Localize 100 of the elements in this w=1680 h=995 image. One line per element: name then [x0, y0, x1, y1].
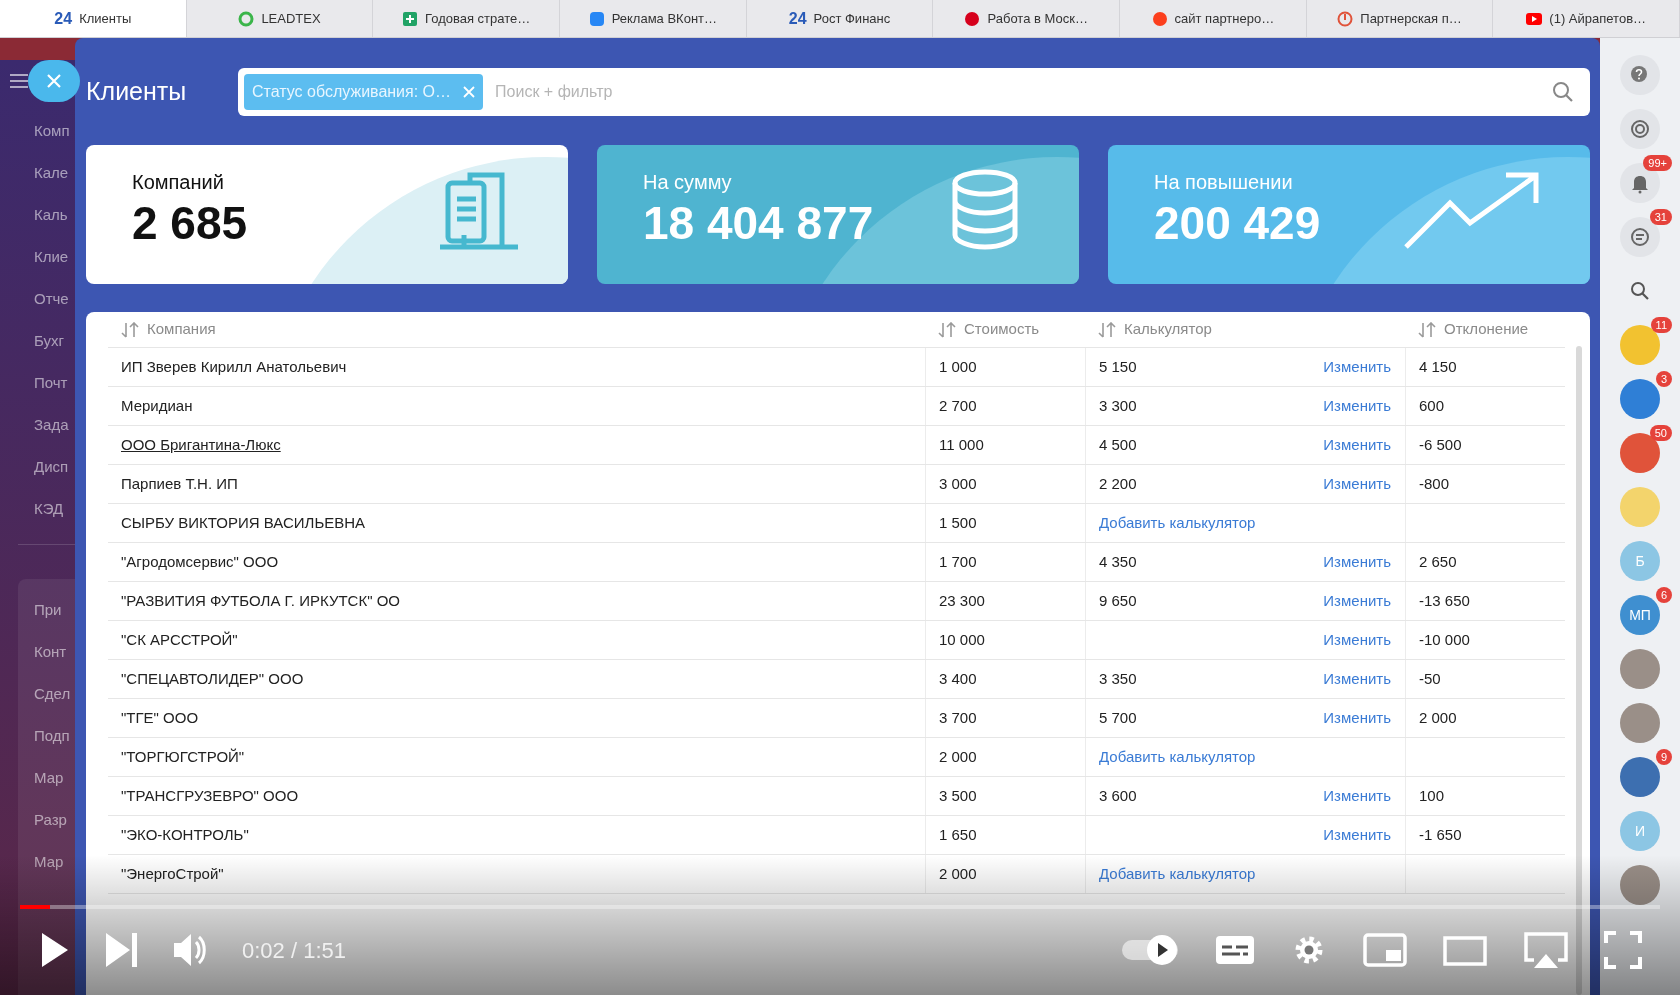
sidebar-item[interactable]: Клие — [34, 236, 75, 278]
sidebar-item[interactable]: Комп — [34, 110, 75, 152]
count-badge: 3 — [1655, 371, 1672, 387]
sidebar-item[interactable]: Дисп — [34, 446, 75, 488]
menu-icon[interactable] — [10, 73, 28, 89]
sidebar-item[interactable]: Разр — [34, 799, 75, 841]
table-cell: 4 150 — [1405, 348, 1565, 386]
company-name[interactable]: "РАЗВИТИЯ ФУТБОЛА Г. ИРКУТСК" ОО — [121, 589, 400, 613]
company-name[interactable]: ИП Зверев Кирилл Анатольевич — [121, 355, 347, 379]
browser-tab[interactable]: (1) Айрапетов… — [1493, 0, 1680, 37]
photo-placeholder[interactable] — [1620, 649, 1660, 689]
browser-tab[interactable]: Реклама ВКонт… — [560, 0, 747, 37]
company-name[interactable]: "СК АРССТРОЙ" — [121, 628, 238, 652]
close-icon — [47, 74, 61, 88]
company-name[interactable]: "ЭКО-КОНТРОЛЬ" — [121, 823, 249, 847]
browser-tab[interactable]: 24 Рост Финанс — [746, 0, 934, 37]
sidebar-item[interactable]: Бухг — [34, 320, 75, 362]
edit-link[interactable]: Изменить — [1323, 706, 1391, 730]
browser-tab[interactable]: Партнерская п… — [1306, 0, 1494, 37]
volume-icon[interactable] — [172, 931, 208, 969]
company-name[interactable]: ООО Бригантина-Люкс — [121, 433, 281, 457]
company-name[interactable]: СЫРБУ ВИКТОРИЯ ВАСИЛЬЕВНА — [121, 511, 366, 535]
table-cell-text: 4 500 — [1099, 434, 1137, 455]
edit-link[interactable]: Изменить — [1323, 667, 1391, 691]
browser-tab[interactable]: Годовая страте… — [373, 0, 560, 37]
table-cell: -6 500 — [1405, 426, 1565, 464]
add-calculator-link[interactable]: Добавить калькулятор — [1099, 862, 1256, 886]
count-badge: 50 — [1649, 425, 1672, 441]
photo-placeholder[interactable] — [1620, 865, 1660, 905]
company-name[interactable]: Меридиан — [121, 394, 193, 418]
table-cell-text: 4 350 — [1099, 551, 1137, 572]
sidebar-item[interactable]: Мар — [34, 757, 75, 799]
sort-icon[interactable] — [121, 321, 139, 338]
sidebar-item[interactable]: Отче — [34, 278, 75, 320]
company-name[interactable]: "ТРАНСГРУЗЕВРО" ООО — [121, 784, 299, 808]
power-icon — [1337, 10, 1354, 27]
square-icon — [588, 10, 605, 27]
count-badge: 9 — [1655, 749, 1672, 765]
browser-tab[interactable]: сайт партнеро… — [1120, 0, 1307, 37]
sidebar-item[interactable]: Конт — [34, 631, 75, 673]
close-icon[interactable] — [463, 86, 476, 98]
edit-link[interactable]: Изменить — [1323, 550, 1391, 574]
company-name[interactable]: "СПЕЦАВТОЛИДЕР" ООО — [121, 667, 304, 691]
search-icon[interactable] — [1630, 280, 1650, 302]
edit-link[interactable]: Изменить — [1323, 589, 1391, 613]
table-cell: -10 000 — [1405, 621, 1565, 659]
sidebar-item[interactable]: Почт — [34, 362, 75, 404]
table-cell: -1 650 — [1405, 816, 1565, 854]
browser-tab[interactable]: Работа в Моск… — [933, 0, 1121, 37]
browser-tab[interactable]: 24 Клиенты — [0, 0, 187, 37]
sidebar-item[interactable]: Подп — [34, 715, 75, 757]
sort-icon[interactable] — [1098, 321, 1116, 338]
sort-icon[interactable] — [938, 321, 956, 338]
table-cell: 3 500 — [925, 777, 1085, 815]
edit-link[interactable]: Изменить — [1323, 784, 1391, 808]
airplay-icon[interactable] — [1522, 930, 1570, 970]
edit-link[interactable]: Изменить — [1323, 433, 1391, 457]
avatar[interactable] — [1620, 379, 1660, 419]
add-calculator-link[interactable]: Добавить калькулятор — [1099, 511, 1256, 535]
browser-tab[interactable]: LEADTEX — [186, 0, 374, 37]
company-name[interactable]: "Агродомсервис" ООО — [121, 550, 279, 574]
edit-link[interactable]: Изменить — [1323, 355, 1391, 379]
sidebar-item[interactable]: Сдел — [34, 673, 75, 715]
sidebar-item[interactable]: Каль — [34, 194, 75, 236]
edit-link[interactable]: Изменить — [1323, 628, 1391, 652]
table-cell: 10 000 — [925, 621, 1085, 659]
icon-button[interactable] — [1620, 55, 1660, 95]
sidebar-item[interactable]: Кале — [34, 152, 75, 194]
column-header[interactable]: Стоимость — [964, 318, 1040, 341]
count-badge: 6 — [1655, 587, 1672, 603]
sidebar-item[interactable]: Зада — [34, 404, 75, 446]
sidebar-item[interactable]: Мар — [34, 841, 75, 883]
photo-placeholder[interactable] — [1620, 703, 1660, 743]
close-button[interactable] — [28, 60, 80, 102]
company-name[interactable]: "ЭнергоСтрой" — [121, 862, 224, 886]
company-name[interactable]: Парпиев Т.Н. ИП — [121, 472, 238, 496]
sidebar-item[interactable]: КЭД — [34, 488, 75, 530]
column-header[interactable]: Компания — [147, 318, 216, 341]
sort-icon[interactable] — [1418, 321, 1436, 338]
fullscreen-icon[interactable] — [1604, 931, 1642, 969]
column-header[interactable]: Калькулятор — [1124, 318, 1212, 341]
table-cell: 600 — [1405, 387, 1565, 425]
circle-icon — [964, 10, 981, 27]
skip-next-icon[interactable] — [104, 931, 138, 969]
icon-button[interactable] — [1620, 109, 1660, 149]
search-icon[interactable] — [1552, 81, 1574, 103]
edit-link[interactable]: Изменить — [1323, 823, 1391, 847]
logo-text: 24 — [54, 8, 73, 29]
count-badge: 11 — [1650, 317, 1672, 333]
add-calculator-link[interactable]: Добавить калькулятор — [1099, 745, 1256, 769]
avatar[interactable]: МП — [1620, 595, 1660, 635]
column-header[interactable]: Отклонение — [1444, 318, 1529, 341]
company-name[interactable]: "ТГЕ" ООО — [121, 706, 199, 730]
company-name[interactable]: "ТОРГЮГСТРОЙ" — [121, 745, 245, 769]
edit-link[interactable]: Изменить — [1323, 472, 1391, 496]
table-cell-text: 2 200 — [1099, 473, 1137, 494]
sidebar-item[interactable]: При — [34, 589, 75, 631]
edit-link[interactable]: Изменить — [1323, 394, 1391, 418]
avatar[interactable] — [1620, 757, 1660, 797]
miniplayer-icon[interactable] — [1362, 931, 1408, 969]
